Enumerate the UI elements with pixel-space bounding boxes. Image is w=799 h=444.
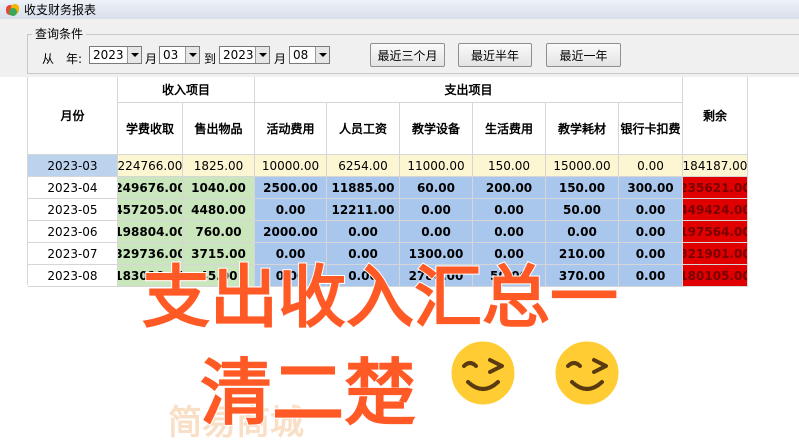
income-cell[interactable]: 249676.00 — [118, 177, 183, 199]
expense-column-header[interactable]: 生活费用 — [473, 103, 546, 155]
income-cell[interactable]: 4480.00 — [183, 199, 255, 221]
expense-group-header: 支出项目 — [255, 77, 683, 103]
month-from-value: 03 — [163, 48, 179, 62]
income-column-header[interactable]: 学费收取 — [118, 103, 183, 155]
remaining-cell[interactable]: 197564.00 — [683, 221, 748, 243]
year-from-select[interactable]: 2023 — [89, 46, 142, 64]
expense-cell[interactable]: 2000.00 — [255, 221, 327, 243]
last-year-button[interactable]: 最近一年 — [546, 43, 621, 67]
month-label-to: 月 — [274, 52, 287, 66]
month-from-select[interactable]: 03 — [159, 46, 200, 64]
last-half-year-button[interactable]: 最近半年 — [458, 43, 532, 67]
chevron-down-icon[interactable] — [127, 47, 141, 63]
month-cell[interactable]: 2023-04 — [28, 177, 118, 199]
year-from-value: 2023 — [93, 48, 124, 62]
month-cell[interactable]: 2023-03 — [28, 155, 118, 177]
expense-cell[interactable]: 50.00 — [546, 199, 619, 221]
last-three-months-button[interactable]: 最近三个月 — [370, 43, 445, 67]
remaining-cell[interactable]: 180105.00 — [683, 265, 748, 287]
expense-cell[interactable]: 0.00 — [619, 199, 683, 221]
month-label-from: 月 — [145, 52, 158, 66]
expense-cell[interactable]: 0.00 — [619, 265, 683, 287]
expense-cell[interactable]: 0.00 — [619, 155, 683, 177]
income-cell[interactable]: 457205.00 — [118, 199, 183, 221]
to-label: 到 — [204, 52, 217, 66]
month-cell[interactable]: 2023-07 — [28, 243, 118, 265]
expense-column-header[interactable]: 教学设备 — [400, 103, 473, 155]
query-panel: 查询条件 从 年: 2023 月 03 到 2023 月 08 最近三个月 最近… — [0, 19, 799, 78]
chevron-down-icon[interactable] — [255, 47, 269, 63]
expense-cell[interactable]: 0.00 — [400, 199, 473, 221]
remaining-column-header: 剩余 — [683, 77, 748, 155]
expense-cell[interactable]: 150.00 — [546, 177, 619, 199]
income-cell[interactable]: 1040.00 — [183, 177, 255, 199]
expense-cell[interactable]: 0.00 — [619, 221, 683, 243]
expense-column-header[interactable]: 银行卡扣费 — [619, 103, 683, 155]
expense-column-header[interactable]: 人员工资 — [327, 103, 400, 155]
from-label: 从 年: — [42, 52, 83, 66]
overlay-headline-2: 清二楚 — [199, 350, 417, 436]
income-cell[interactable]: 198804.00 — [118, 221, 183, 243]
income-cell[interactable]: 760.00 — [183, 221, 255, 243]
income-column-header[interactable]: 售出物品 — [183, 103, 255, 155]
month-to-value: 08 — [293, 48, 309, 62]
month-to-select[interactable]: 08 — [289, 46, 330, 64]
income-cell[interactable]: 224766.00 — [118, 155, 183, 177]
expense-cell[interactable]: 10000.00 — [255, 155, 327, 177]
app-logo-icon — [6, 3, 20, 17]
overlay-headline-1: 支出收入汇总一 — [141, 258, 619, 339]
expense-cell[interactable]: 150.00 — [473, 155, 546, 177]
expense-cell[interactable]: 60.00 — [400, 177, 473, 199]
expense-cell[interactable]: 2500.00 — [255, 177, 327, 199]
remaining-cell[interactable]: 235621.00 — [683, 177, 748, 199]
expense-cell[interactable]: 0.00 — [255, 199, 327, 221]
expense-cell[interactable]: 300.00 — [619, 177, 683, 199]
expense-cell[interactable]: 15000.00 — [546, 155, 619, 177]
window-title: 收支财务报表 — [24, 3, 97, 17]
expense-cell[interactable]: 11885.00 — [327, 177, 400, 199]
income-cell[interactable]: 1825.00 — [183, 155, 255, 177]
expense-cell[interactable]: 0.00 — [327, 221, 400, 243]
window-titlebar: 收支财务报表 — [0, 0, 799, 20]
expense-cell[interactable]: 0.00 — [473, 199, 546, 221]
expense-cell[interactable]: 12211.00 — [327, 199, 400, 221]
expense-column-header[interactable]: 活动费用 — [255, 103, 327, 155]
expense-cell[interactable]: 0.00 — [619, 243, 683, 265]
expense-column-header[interactable]: 教学耗材 — [546, 103, 619, 155]
query-group-label: 查询条件 — [32, 25, 87, 42]
month-column-header: 月份 — [28, 77, 118, 155]
expense-cell[interactable]: 200.00 — [473, 177, 546, 199]
month-cell[interactable]: 2023-08 — [28, 265, 118, 287]
month-cell[interactable]: 2023-06 — [28, 221, 118, 243]
remaining-cell[interactable]: 184187.00 — [683, 155, 748, 177]
expense-cell[interactable]: 6254.00 — [327, 155, 400, 177]
wink-face-icon — [552, 338, 622, 408]
year-to-select[interactable]: 2023 — [219, 46, 270, 64]
chevron-down-icon[interactable] — [315, 47, 329, 63]
expense-cell[interactable]: 0.00 — [400, 221, 473, 243]
expense-cell[interactable]: 11000.00 — [400, 155, 473, 177]
expense-cell[interactable]: 0.00 — [546, 221, 619, 243]
year-to-value: 2023 — [223, 48, 254, 62]
expense-cell[interactable]: 0.00 — [473, 221, 546, 243]
remaining-cell[interactable]: 449424.00 — [683, 199, 748, 221]
income-group-header: 收入项目 — [118, 77, 255, 103]
month-cell[interactable]: 2023-05 — [28, 199, 118, 221]
chevron-down-icon[interactable] — [185, 47, 199, 63]
wink-face-icon — [448, 338, 518, 408]
remaining-cell[interactable]: 321901.00 — [683, 243, 748, 265]
